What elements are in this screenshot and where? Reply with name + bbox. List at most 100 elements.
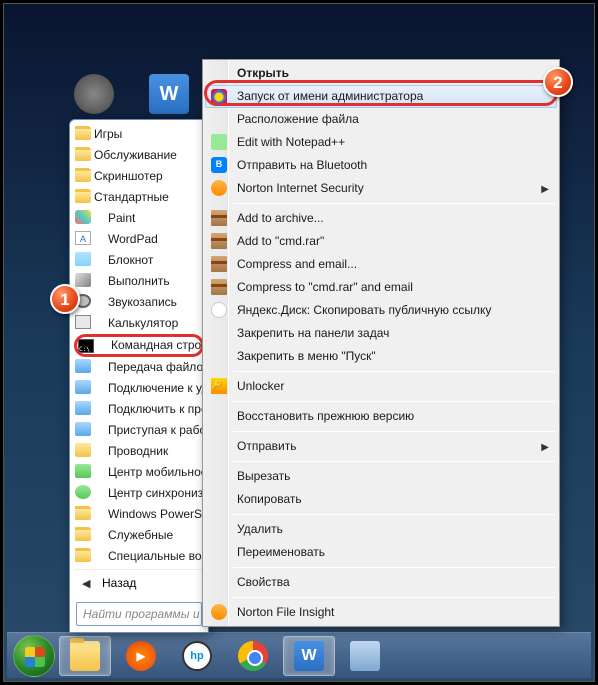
back-button[interactable]: ◀ Назад [74, 569, 204, 596]
menu-label: Центр синхронизации [108, 486, 204, 500]
separator [233, 567, 555, 568]
folder-icon [75, 548, 91, 562]
ctx-cut[interactable]: Вырезать [205, 465, 557, 488]
folder-icon [75, 506, 91, 520]
menu-item-games[interactable]: Игры [74, 124, 204, 145]
menu-label: Подключение к удаленному [108, 381, 204, 395]
menu-item-getting-started[interactable]: Приступая к работе [74, 420, 204, 441]
shield-icon [211, 89, 227, 105]
ctx-label: Яндекс.Диск: Скопировать публичную ссылк… [237, 303, 491, 317]
back-arrow-icon: ◀ [82, 577, 90, 590]
separator [233, 401, 555, 402]
ctx-compress-cmdrar-email[interactable]: Compress to "cmd.rar" and email [205, 276, 557, 299]
share-icon [75, 359, 91, 373]
taskbar-word[interactable] [283, 636, 335, 676]
ctx-label: Закрепить на панели задач [237, 326, 389, 340]
desktop-word-icon[interactable] [149, 74, 189, 114]
ctx-delete[interactable]: Удалить [205, 518, 557, 541]
explorer-icon [75, 443, 91, 457]
taskbar-wmp[interactable] [115, 636, 167, 676]
folder-icon [75, 527, 91, 541]
ctx-label: Вырезать [237, 469, 290, 483]
ctx-bluetooth[interactable]: Отправить на Bluetooth [205, 154, 557, 177]
ctx-open[interactable]: Открыть [205, 62, 557, 85]
taskbar-explorer[interactable] [59, 636, 111, 676]
menu-item-accessibility[interactable]: Специальные возможности [74, 546, 204, 567]
taskbar-chrome[interactable] [227, 636, 279, 676]
ctx-rename[interactable]: Переименовать [205, 541, 557, 564]
folder-icon [75, 126, 91, 140]
ctx-label: Add to "cmd.rar" [237, 234, 324, 248]
taskbar-scanner[interactable] [339, 636, 391, 676]
ctx-send-to[interactable]: Отправить▶ [205, 435, 557, 458]
menu-item-calc[interactable]: Калькулятор [74, 313, 204, 334]
menu-item-notepad[interactable]: Блокнот [74, 250, 204, 271]
calc-icon [75, 315, 91, 329]
taskbar-hp[interactable] [171, 636, 223, 676]
ctx-norton-is[interactable]: Norton Internet Security▶ [205, 177, 557, 200]
menu-item-system[interactable]: Служебные [74, 525, 204, 546]
mobility-icon [75, 464, 91, 478]
projector-icon [75, 401, 91, 415]
menu-item-explorer[interactable]: Проводник [74, 441, 204, 462]
menu-item-filetransfer[interactable]: Передача файлов [74, 357, 204, 378]
ctx-yandex-disk[interactable]: Яндекс.Диск: Скопировать публичную ссылк… [205, 299, 557, 322]
menu-item-screenshoter[interactable]: Скриншотер [74, 166, 204, 187]
ctx-restore-version[interactable]: Восстановить прежнюю версию [205, 405, 557, 428]
menu-item-soundrec[interactable]: Звукозапись [74, 292, 204, 313]
menu-label: Обслуживание [94, 148, 177, 162]
menu-item-cmd[interactable]: Командная строка [74, 334, 204, 357]
menu-label: Скриншотер [94, 169, 163, 183]
ctx-pin-start[interactable]: Закрепить в меню "Пуск" [205, 345, 557, 368]
menu-item-sync[interactable]: Центр синхронизации [74, 483, 204, 504]
folder-icon [75, 189, 91, 203]
ctx-label: Отправить [237, 439, 297, 453]
menu-label: Подключить к проектору [108, 402, 204, 416]
ctx-label: Edit with Notepad++ [237, 135, 345, 149]
wordpad-icon [75, 231, 91, 245]
ctx-pin-taskbar[interactable]: Закрепить на панели задач [205, 322, 557, 345]
separator [233, 461, 555, 462]
ctx-label: Norton File Insight [237, 605, 334, 619]
ctx-properties[interactable]: Свойства [205, 571, 557, 594]
ctx-add-cmdrar[interactable]: Add to "cmd.rar" [205, 230, 557, 253]
desktop-steam-icon[interactable] [74, 74, 114, 114]
submenu-arrow-icon: ▶ [541, 182, 549, 197]
ctx-label: Запуск от имени администратора [237, 89, 423, 103]
menu-label: Проводник [108, 444, 168, 458]
ctx-run-as-admin[interactable]: Запуск от имени администратора [205, 85, 557, 108]
ctx-norton-insight[interactable]: Norton File Insight [205, 601, 557, 624]
ctx-label: Compress to "cmd.rar" and email [237, 280, 413, 294]
menu-item-paint[interactable]: Paint [74, 208, 204, 229]
ctx-label: Копировать [237, 492, 302, 506]
menu-item-powershell[interactable]: Windows PowerShell [74, 504, 204, 525]
folder-icon [75, 147, 91, 161]
separator [233, 514, 555, 515]
menu-item-maintenance[interactable]: Обслуживание [74, 145, 204, 166]
callout-2: 2 [543, 67, 573, 97]
ctx-label: Восстановить прежнюю версию [237, 409, 414, 423]
separator [233, 597, 555, 598]
start-button[interactable] [13, 635, 55, 677]
search-input[interactable]: Найти программы и файлы [76, 602, 202, 626]
menu-item-accessories[interactable]: Стандартные [74, 187, 204, 208]
ctx-compress-email[interactable]: Compress and email... [205, 253, 557, 276]
ctx-notepadpp[interactable]: Edit with Notepad++ [205, 131, 557, 154]
menu-item-projector[interactable]: Подключить к проектору [74, 399, 204, 420]
rdp-icon [75, 380, 91, 394]
ctx-add-archive[interactable]: Add to archive... [205, 207, 557, 230]
menu-item-mobility[interactable]: Центр мобильности [74, 462, 204, 483]
separator [233, 431, 555, 432]
ctx-copy[interactable]: Копировать [205, 488, 557, 511]
menu-item-rdp[interactable]: Подключение к удаленному [74, 378, 204, 399]
ctx-file-location[interactable]: Расположение файла [205, 108, 557, 131]
menu-item-wordpad[interactable]: WordPad [74, 229, 204, 250]
ctx-label: Расположение файла [237, 112, 359, 126]
menu-label: Paint [108, 211, 135, 225]
callout-label: 2 [553, 73, 562, 92]
menu-label: Специальные возможности [108, 549, 204, 563]
desktop: Игры Обслуживание Скриншотер Стандартные… [3, 3, 595, 682]
ctx-unlocker[interactable]: Unlocker [205, 375, 557, 398]
menu-label: Приступая к работе [108, 423, 204, 437]
menu-item-run[interactable]: Выполнить [74, 271, 204, 292]
